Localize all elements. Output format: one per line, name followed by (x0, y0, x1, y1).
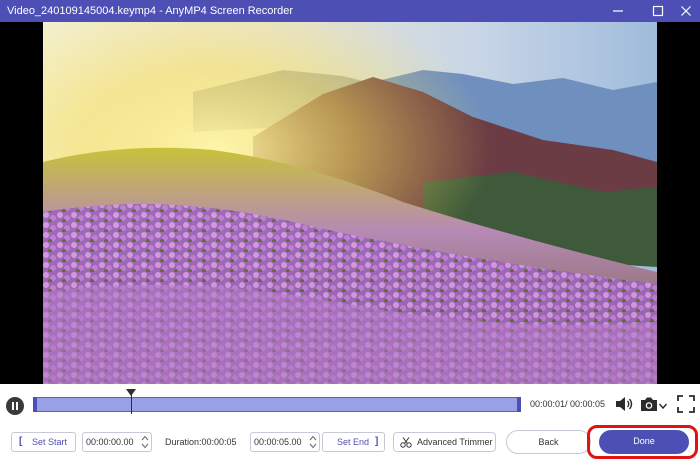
trim-controls: [ Set Start Duration:00:00:05 Set End ] … (0, 424, 700, 463)
minimize-icon (613, 10, 623, 12)
back-button[interactable]: Back (506, 430, 591, 454)
maximize-button[interactable] (644, 0, 672, 22)
camera-icon (641, 397, 657, 411)
video-viewport (0, 22, 700, 384)
end-time-input[interactable] (254, 435, 312, 449)
done-button[interactable]: Done (599, 430, 689, 454)
done-label: Done (633, 436, 655, 446)
start-time-spinner[interactable] (141, 434, 149, 450)
trim-start-handle[interactable] (33, 397, 37, 412)
end-time-spinner[interactable] (309, 434, 317, 450)
start-time-field[interactable] (82, 432, 152, 452)
fullscreen-button[interactable] (677, 395, 695, 418)
advanced-trimmer-button[interactable]: Advanced Trimmer (393, 432, 496, 452)
start-bracket-icon: [ (19, 436, 23, 447)
scissors-icon (400, 437, 412, 448)
video-frame-image (43, 22, 657, 384)
fullscreen-icon (677, 395, 695, 413)
screenshot-button[interactable] (640, 396, 658, 417)
timeline-bar: 00:00:01/ 00:00:05 (0, 384, 700, 424)
start-time-input[interactable] (86, 435, 144, 449)
trim-timeline[interactable] (33, 397, 521, 412)
video-frame[interactable] (43, 22, 657, 384)
screenshot-dropdown[interactable] (658, 398, 668, 416)
advanced-trimmer-label: Advanced Trimmer (417, 437, 493, 447)
time-display: 00:00:01/ 00:00:05 (530, 399, 606, 409)
close-button[interactable] (672, 0, 700, 22)
set-end-button[interactable]: Set End ] (322, 432, 385, 452)
trim-end-handle[interactable] (517, 397, 521, 412)
maximize-icon (652, 5, 664, 17)
pause-button[interactable] (6, 397, 24, 415)
set-end-label: Set End (337, 437, 370, 447)
end-bracket-icon: ] (375, 436, 379, 447)
chevron-down-icon (658, 403, 668, 410)
set-start-button[interactable]: [ Set Start (11, 432, 76, 452)
set-start-label: Set Start (32, 437, 68, 447)
volume-icon (616, 397, 633, 411)
duration-label: Duration:00:00:05 (165, 437, 237, 447)
back-label: Back (538, 437, 559, 447)
pause-icon (12, 402, 14, 410)
end-time-field[interactable] (250, 432, 320, 452)
playhead-line (131, 395, 132, 414)
close-icon (681, 6, 691, 16)
minimize-button[interactable] (604, 0, 632, 22)
window-title: Video_240109145004.keymp4 - AnyMP4 Scree… (7, 5, 293, 17)
title-bar: Video_240109145004.keymp4 - AnyMP4 Scree… (0, 0, 700, 22)
volume-button[interactable] (614, 396, 634, 417)
